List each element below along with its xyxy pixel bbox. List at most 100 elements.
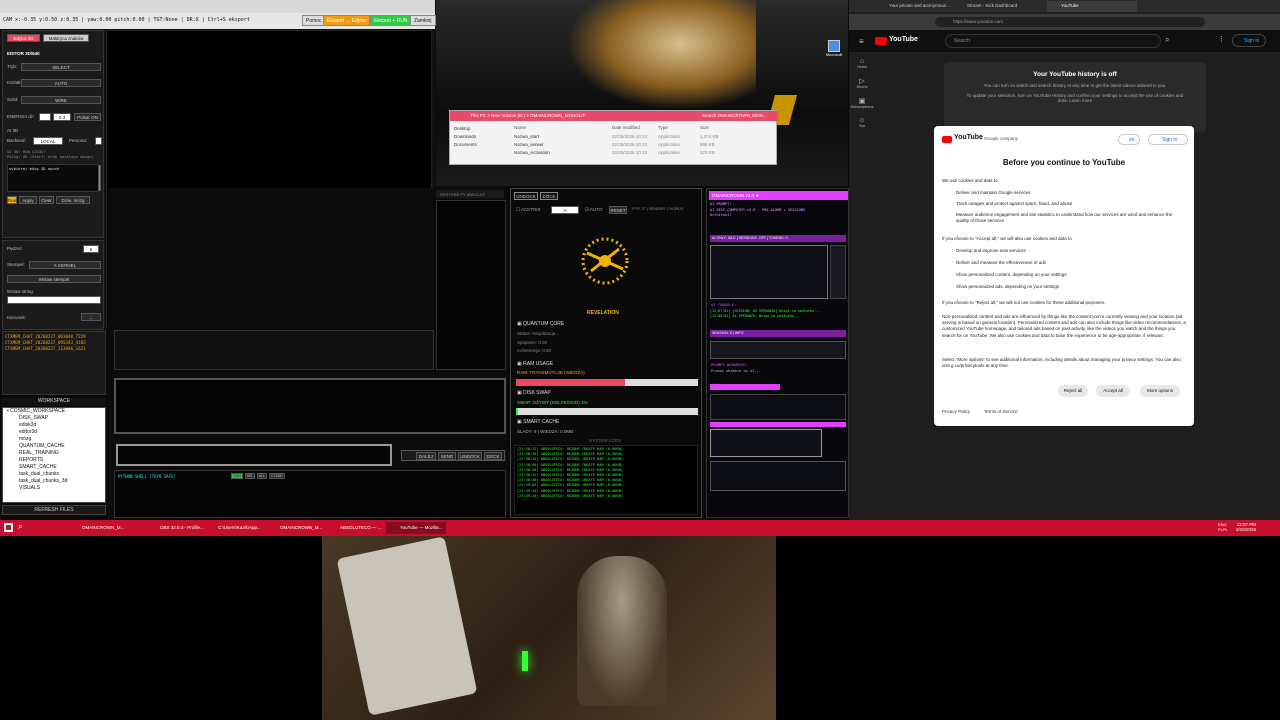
explorer-nav-item[interactable]: Documents	[454, 141, 504, 149]
taskbar-app[interactable]: OMAINCROWN_M...	[68, 522, 128, 534]
workspace-root[interactable]: ▪ COSMIC_WORKSPACE	[3, 408, 105, 415]
energia-toggle[interactable]	[39, 113, 51, 121]
explorer-path[interactable]: This PC > New Volume (E:) > OMAINCROWN_M…	[470, 113, 585, 118]
col-type[interactable]: Type	[658, 125, 668, 130]
explorer-nav-item[interactable]: Desktop	[454, 125, 504, 133]
youtube-logo-icon[interactable]	[875, 37, 887, 45]
signin-button[interactable]: Sign in	[1232, 34, 1266, 47]
string-input[interactable]	[7, 296, 101, 304]
persona-select[interactable]	[95, 137, 102, 145]
ai-action-bar[interactable]	[710, 384, 780, 390]
export-run-button[interactable]: Eksport + RUN	[370, 15, 412, 26]
search-input[interactable]: Search	[945, 34, 1161, 48]
taskbar-app[interactable]: OMAINCROWN_M...	[266, 522, 326, 534]
col-name[interactable]: Name	[514, 125, 526, 130]
explorer-search[interactable]: Search OMAINCROWN_MON...	[702, 113, 767, 118]
more-icon[interactable]: ⋮	[1218, 35, 1225, 43]
export-editor-button[interactable]: Eksport → Edytor	[323, 15, 371, 26]
shell-all-button[interactable]: ALL	[257, 473, 267, 479]
brain-button[interactable]: Dziw. mózg	[56, 196, 90, 204]
taskbar-app[interactable]: OBS 32.0.4 - Profile...	[146, 522, 208, 534]
tree-item[interactable]: SMART_CACHE	[3, 464, 105, 471]
browser-tab[interactable]: Stream - Kick Dashboard	[967, 3, 1037, 8]
taskbar-app-active[interactable]: YouTube — Mozilla...	[386, 522, 447, 534]
acktrix-input[interactable]: A	[551, 206, 579, 214]
direction-select[interactable]: →	[81, 313, 101, 321]
tree-item[interactable]: QUANTUM_CACHE	[3, 443, 105, 450]
tree-item[interactable]: edisk3d	[3, 422, 105, 429]
youtube-logo-text[interactable]: YouTube	[889, 36, 918, 43]
sidebar-you[interactable]: ☺ You	[849, 117, 875, 128]
mode-select[interactable]: SELECT	[21, 63, 101, 71]
dock-button[interactable]: DOCK	[484, 452, 502, 460]
stamp-select[interactable]: X KERNEL	[29, 261, 101, 269]
clear-button[interactable]: Clear	[39, 196, 54, 204]
auto-label[interactable]: ☑ AUTO	[585, 207, 602, 213]
file-row[interactable]: Nazwa_Activation 02/25/2026 10:13 Applicat…	[514, 149, 774, 157]
ai-prompt-input[interactable]: Prompt wbabbie do AI...	[711, 369, 761, 373]
explorer-nav-item[interactable]: Downloads	[454, 133, 504, 141]
taskbar-app[interactable]: ABSOLUTECO — ...	[326, 522, 386, 534]
ai-prompt-scrollbar[interactable]	[98, 165, 101, 191]
run-button[interactable]: Run	[7, 196, 17, 204]
chat-file-item[interactable]: CTXMEM_CHAT_20260227_213946_1621	[5, 346, 103, 352]
brush-size-input[interactable]: 6	[83, 245, 99, 253]
desktop-icon[interactable]: Microsoft	[825, 40, 843, 62]
ai-prompt-area[interactable]: wybieraj mózg 3D epoch	[7, 164, 99, 192]
reject-all-button[interactable]: Reject all	[1058, 385, 1088, 397]
shape-select[interactable]: AUTO	[21, 79, 101, 87]
shell-run-button[interactable]: RUN	[231, 473, 243, 479]
pulsar-button[interactable]: Pulsar ON	[74, 113, 101, 121]
tree-item[interactable]: task_dual_chunks_3d	[3, 478, 105, 485]
menu-icon[interactable]: ≡	[859, 37, 864, 46]
more-options-button[interactable]: More options	[1140, 385, 1180, 397]
undock-button[interactable]: UNDOCK	[458, 452, 482, 460]
chat-input-box[interactable]	[116, 444, 392, 466]
taskbar-app[interactable]: C:\Users\Kazik\App...	[204, 522, 265, 534]
search-taskbar-icon[interactable]: ⌕	[18, 522, 22, 532]
terms-link[interactable]: Terms of Service	[984, 409, 1018, 414]
tab-editor3d[interactable]: Edytor 3D	[7, 34, 40, 42]
sidebar-home[interactable]: ⌂ Home	[849, 58, 875, 69]
privacy-link[interactable]: Privacy Policy	[942, 409, 970, 414]
tree-item[interactable]: task_dual_chunks	[3, 471, 105, 478]
dialog-signin-button[interactable]: Sign in	[1148, 134, 1188, 145]
backend-select[interactable]: LOCAL	[33, 137, 63, 145]
shell-clear-button[interactable]: CLEAR	[269, 473, 285, 479]
tree-item[interactable]: REPORTS	[3, 457, 105, 464]
tree-item[interactable]: REAL_TRAINING	[3, 450, 105, 457]
send-button[interactable]: SEND	[438, 452, 456, 460]
sidebar-subscriptions[interactable]: ▣ Subscriptions	[849, 97, 875, 109]
file-row[interactable]: Nazwa_start 02/25/2026 10:13 Application 1,…	[514, 133, 774, 141]
insert-stamp-button[interactable]: Wstaw stempel	[7, 275, 101, 283]
quantum-undock-button[interactable]: UNDOCK	[514, 192, 538, 200]
solid-select[interactable]: WIRE	[21, 96, 101, 104]
file-row[interactable]: Nazwa_serwer 02/25/2026 10:13 Application 8…	[514, 141, 774, 149]
accept-all-button[interactable]: Accept all	[1096, 385, 1130, 397]
col-size[interactable]: Size	[700, 125, 709, 130]
tree-item[interactable]: mózg	[3, 436, 105, 443]
clock[interactable]: 12:07 PM 2/28/2026	[1236, 522, 1256, 532]
tab-char-matrix[interactable]: Maktryca znaków	[43, 34, 89, 42]
tree-item[interactable]: editor3d	[3, 429, 105, 436]
url-bar[interactable]: https://www.youtube.com	[935, 17, 1205, 27]
next-button[interactable]: DALEJ	[416, 452, 436, 460]
col-date[interactable]: Date modified	[612, 125, 640, 130]
energia-input[interactable]: 0.3	[53, 113, 71, 121]
shell-sel-button[interactable]: SEL	[245, 473, 255, 479]
tree-item[interactable]: DISK_SWAP	[3, 415, 105, 422]
reset-button[interactable]: RESET	[609, 206, 627, 214]
browser-tab-active[interactable]: YouTube	[1047, 1, 1137, 12]
search-icon[interactable]: ⌕	[1165, 35, 1169, 45]
refresh-files-button[interactable]: REFRESH FILES	[2, 505, 106, 515]
close-editor-button[interactable]: Zamknij	[410, 15, 436, 26]
language-button[interactable]: en	[1118, 134, 1140, 145]
start-icon[interactable]	[4, 523, 13, 532]
acktrix-label[interactable]: ☐ ACKTRIX	[516, 207, 541, 213]
language-indicator[interactable]: ENG PLPL	[1218, 522, 1232, 532]
apply-button[interactable]: Apply	[19, 196, 37, 204]
sidebar-shorts[interactable]: ▷ Shorts	[849, 77, 875, 89]
browser-tab[interactable]: Your private and anonymous...	[889, 3, 959, 8]
tree-item[interactable]: VISUALS	[3, 485, 105, 492]
quantum-dock-button[interactable]: DOCK	[540, 192, 558, 200]
